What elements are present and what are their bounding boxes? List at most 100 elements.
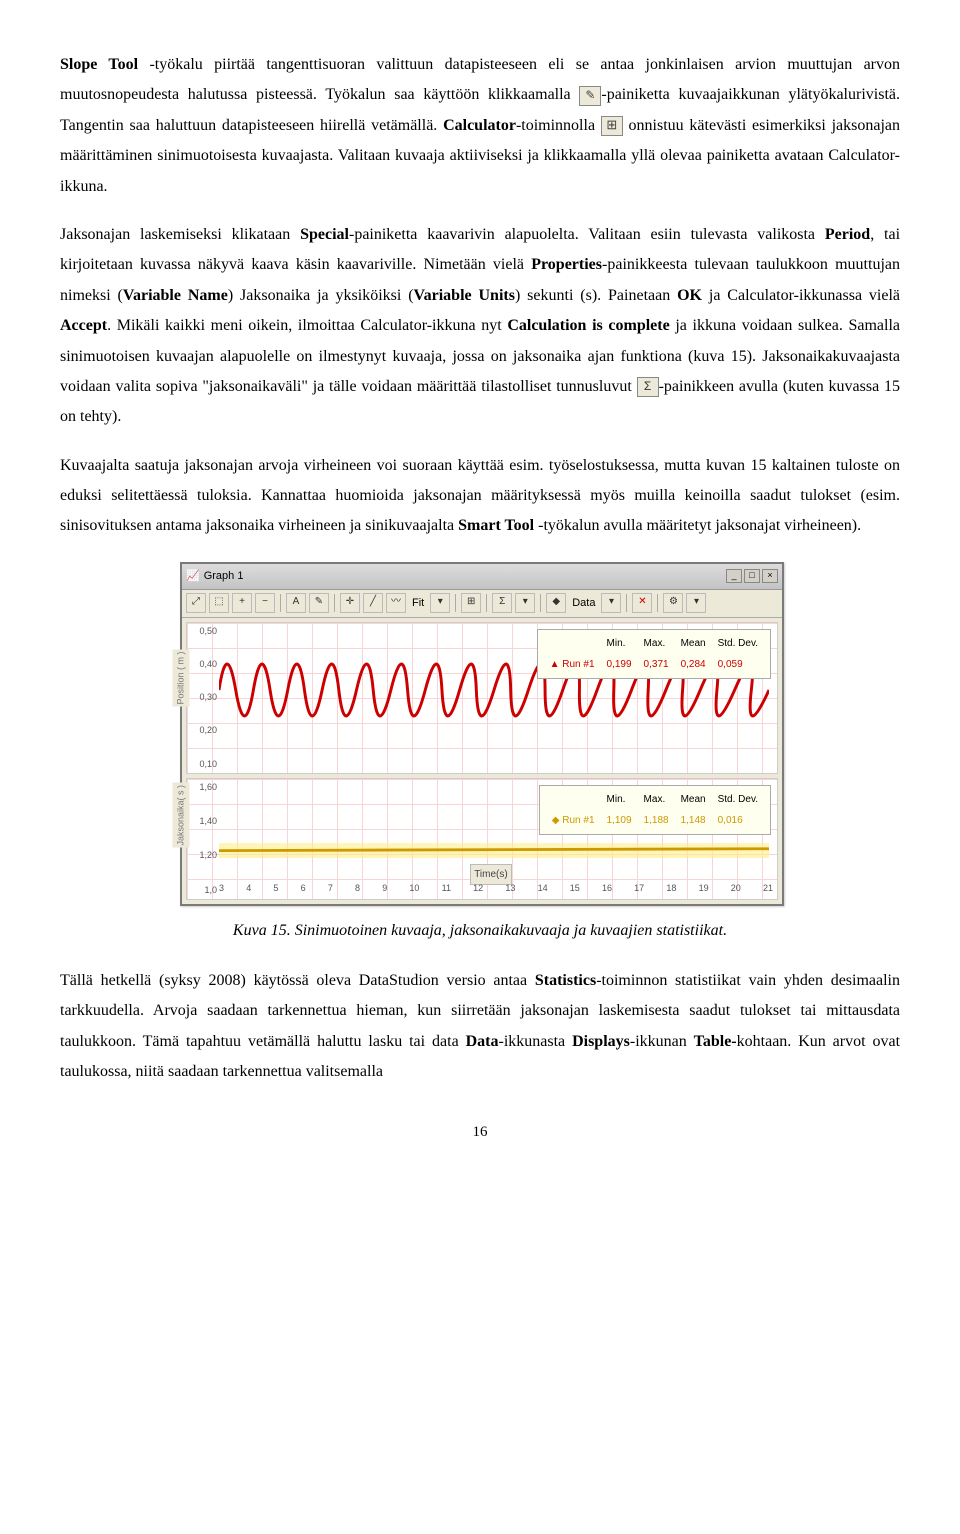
x-tick: 4 (246, 880, 251, 897)
y-tick: 0,20 (189, 722, 217, 739)
stats-hdr: Min. (601, 633, 638, 654)
maximize-button[interactable]: □ (744, 569, 760, 583)
stats-hdr: Mean (675, 789, 712, 810)
y-tick: 0,40 (189, 656, 217, 673)
data-icon[interactable]: ◆ (546, 593, 566, 613)
fit-label[interactable]: Fit (409, 593, 427, 614)
zoom-select-icon[interactable]: ⬚ (209, 593, 229, 613)
p2-t5: ) Jaksonaika ja yksiköiksi ( (228, 287, 414, 304)
x-tick: 12 (473, 880, 483, 897)
triangle-marker-icon: ▲ (550, 659, 560, 670)
p4-t4: -ikkunan (630, 1033, 694, 1050)
y-tick: 0,10 (189, 756, 217, 773)
delete-tool-icon[interactable]: ✕ (632, 593, 652, 613)
stats-hdr: Std. Dev. (712, 789, 764, 810)
p2-b6: OK (677, 287, 702, 304)
p2-t7: ja Calculator-ikkunassa vielä (702, 287, 900, 304)
bottom-plot-area: Jaksonaika( s ) 1,60 1,40 1,20 1,0 Time(… (186, 778, 778, 900)
zoom-in-icon[interactable]: + (232, 593, 252, 613)
figure-15: 📈 Graph 1 _ □ × ⤢ ⬚ + − A ✎ ✛ ╱ 〰 Fit ▾ (180, 562, 780, 906)
separator-icon (540, 594, 541, 612)
p4-b4: Table- (694, 1033, 737, 1050)
slope-tool-icon[interactable]: ╱ (363, 593, 383, 613)
y-tick: 0,30 (189, 689, 217, 706)
note-tool-icon[interactable]: ✎ (309, 593, 329, 613)
p2-b4: Variable Name (123, 287, 228, 304)
x-tick: 11 (442, 880, 451, 897)
paragraph-2: Jaksonajan laskemiseksi klikataan Specia… (60, 220, 900, 433)
y-tick: 1,40 (189, 813, 217, 830)
graph-toolbar: ⤢ ⬚ + − A ✎ ✛ ╱ 〰 Fit ▾ ⊞ Σ ▾ ◆ Data ▾ ✕… (182, 590, 782, 618)
x-tick: 8 (355, 880, 360, 897)
x-axis-bottom: 3 4 5 6 7 8 9 10 11 12 13 14 15 16 17 18… (219, 880, 773, 897)
x-tick: 16 (602, 880, 612, 897)
y-tick: 1,60 (189, 779, 217, 796)
data-dropdown-icon[interactable]: ▾ (601, 593, 621, 613)
y-tick: 1,20 (189, 847, 217, 864)
p2-t8: . Mikäli kaikki meni oikein, ilmoittaa C… (107, 317, 507, 334)
paragraph-3: Kuvaajalta saatuja jaksonajan arvoja vir… (60, 451, 900, 542)
zoom-out-icon[interactable]: − (255, 593, 275, 613)
y-tick: 1,0 (189, 882, 217, 899)
p2-b1: Special (300, 226, 349, 243)
separator-icon (455, 594, 456, 612)
window-titlebar: 📈 Graph 1 _ □ × (182, 564, 782, 590)
p2-b5: Variable Units (414, 287, 515, 304)
zoom-fit-icon[interactable]: ⤢ (186, 593, 206, 613)
separator-icon (657, 594, 658, 612)
p1-text-e: -toiminnolla (516, 117, 601, 134)
stats-box-top: Min. Max. Mean Std. Dev. ▲ Run #1 0,199 … (537, 629, 771, 679)
stats-run: Run #1 (562, 815, 594, 826)
p3-b1: Smart Tool (458, 517, 534, 534)
data-label[interactable]: Data (569, 593, 598, 614)
slope-tool-icon (579, 86, 601, 106)
stats-hdr: Max. (638, 789, 675, 810)
sigma-tool-icon[interactable]: Σ (492, 593, 512, 613)
stats-run: Run #1 (562, 659, 594, 670)
sigma-dropdown-icon[interactable]: ▾ (515, 593, 535, 613)
x-tick: 15 (570, 880, 580, 897)
stats-val: 1,148 (675, 810, 712, 831)
slope-tool-term: Slope Tool (60, 56, 138, 73)
separator-icon (280, 594, 281, 612)
p2-t6: ) sekunti (s). Painetaan (515, 287, 677, 304)
sigma-icon (637, 377, 659, 397)
fit-tool-icon[interactable]: 〰 (386, 593, 406, 613)
smart-tool-icon[interactable]: ✛ (340, 593, 360, 613)
top-plot-area: Position ( m ) 0,50 0,40 0,30 0,20 0,10 … (186, 622, 778, 774)
paragraph-4: Tällä hetkellä (syksy 2008) käytössä ole… (60, 966, 900, 1088)
x-tick: 10 (409, 880, 419, 897)
p4-b1: Statistics (535, 972, 596, 989)
p2-t1: Jaksonajan laskemiseksi klikataan (60, 226, 300, 243)
stats-val: 0,284 (675, 654, 712, 675)
x-tick: 17 (634, 880, 644, 897)
y-axis-label-bottom: Jaksonaika( s ) (172, 783, 189, 848)
calculator-tool-icon[interactable]: ⊞ (461, 593, 481, 613)
p4-t3: -ikkunasta (498, 1033, 572, 1050)
stats-hdr: Min. (601, 789, 638, 810)
x-tick: 20 (731, 880, 741, 897)
page-number: 16 (60, 1118, 900, 1147)
text-tool-icon[interactable]: A (286, 593, 306, 613)
separator-icon (626, 594, 627, 612)
p4-b3: Displays (572, 1033, 630, 1050)
settings-dropdown-icon[interactable]: ▾ (686, 593, 706, 613)
minimize-button[interactable]: _ (726, 569, 742, 583)
calculator-icon (601, 116, 623, 136)
settings-icon[interactable]: ⚙ (663, 593, 683, 613)
stats-val: 1,188 (638, 810, 675, 831)
stats-val: 1,109 (601, 810, 638, 831)
p2-b8: Calculation is complete (507, 317, 669, 334)
close-button[interactable]: × (762, 569, 778, 583)
x-tick: 3 (219, 880, 224, 897)
stats-hdr: Max. (638, 633, 675, 654)
fit-dropdown-icon[interactable]: ▾ (430, 593, 450, 613)
p2-b2: Period (825, 226, 870, 243)
p2-t2: -painiketta kaavarivin alapuolelta. Vali… (349, 226, 825, 243)
y-axis-label-top: Position ( m ) (172, 649, 189, 706)
stats-val: 0,016 (712, 810, 764, 831)
graph-window: 📈 Graph 1 _ □ × ⤢ ⬚ + − A ✎ ✛ ╱ 〰 Fit ▾ (180, 562, 784, 906)
p3-t2: -työkalun avulla määritetyt jaksonajat v… (534, 517, 861, 534)
y-axis-bottom: 1,60 1,40 1,20 1,0 (189, 779, 217, 899)
x-tick: 19 (699, 880, 709, 897)
